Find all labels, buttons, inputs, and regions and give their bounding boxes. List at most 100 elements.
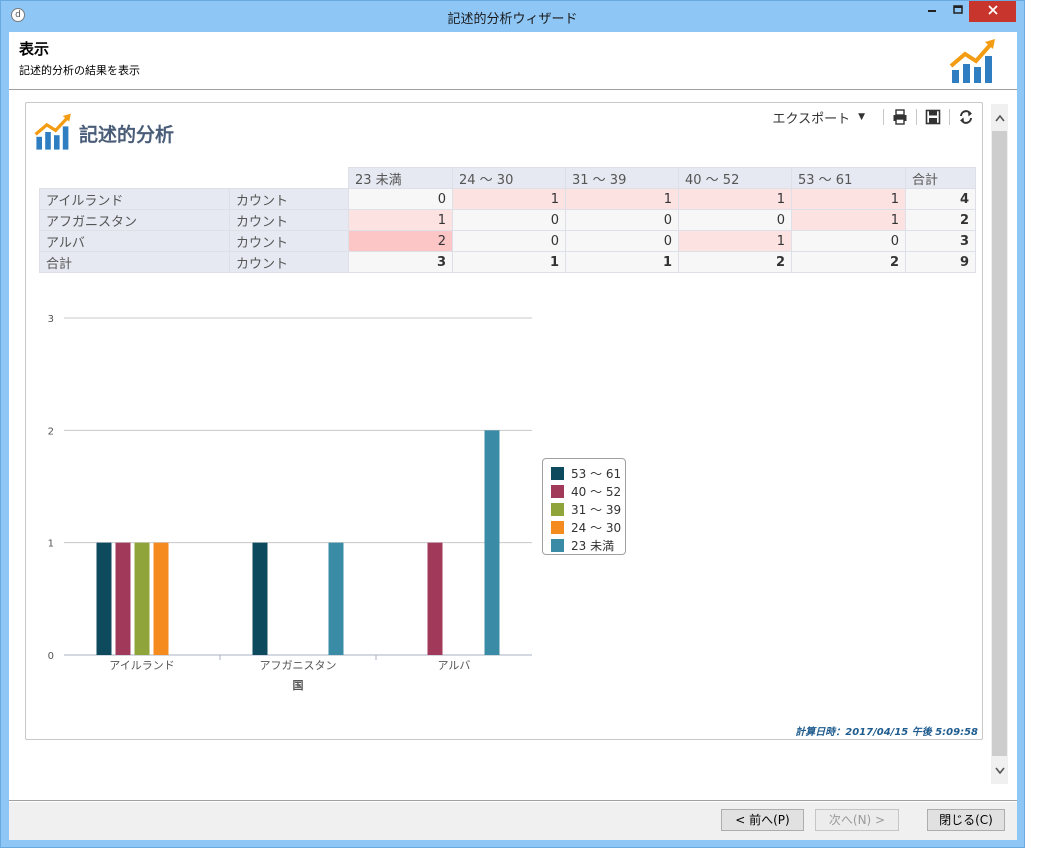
scroll-down-button[interactable] xyxy=(991,760,1008,780)
toolbar-divider xyxy=(916,109,917,125)
table-row: アフガニスタン カウント 1 0 0 0 1 2 xyxy=(39,209,976,231)
column-header: 23 未満 xyxy=(348,167,453,189)
row-country: アルバ xyxy=(39,230,230,252)
y-tick-label: 2 xyxy=(48,426,54,437)
scrollbar-thumb[interactable] xyxy=(992,131,1007,756)
bar xyxy=(427,542,443,655)
table-cell: 1 xyxy=(565,188,679,210)
bar xyxy=(153,542,169,655)
analytics-logo-icon xyxy=(949,39,995,83)
row-total-cell: 4 xyxy=(905,188,976,210)
bar-chart: 0 1 2 3 アイルランド アフガニスタン アルバ国 xyxy=(48,314,532,692)
step-title: 表示 xyxy=(19,40,50,58)
table-cell: 0 xyxy=(452,230,566,252)
table-corner xyxy=(230,168,349,189)
footer-divider xyxy=(9,800,1017,801)
x-axis-label: 国 xyxy=(293,679,304,692)
legend-item: 40 ～ 52 xyxy=(543,482,625,500)
table-cell: 1 xyxy=(565,251,679,273)
bar xyxy=(115,542,131,655)
x-tick-label: アイルランド xyxy=(109,659,174,672)
table-cell: 1 xyxy=(678,188,792,210)
x-tick-label: アルバ xyxy=(438,659,471,672)
caret-down-icon[interactable]: ▼ xyxy=(858,112,865,122)
legend-swatch xyxy=(551,502,564,516)
column-header: 31 ～ 39 xyxy=(565,167,679,189)
legend-item: 24 ～ 30 xyxy=(543,518,625,536)
bar xyxy=(328,542,344,655)
table-cell: 1 xyxy=(678,230,792,252)
chevron-up-icon xyxy=(994,114,1005,122)
toolbar-divider xyxy=(883,109,884,125)
maximize-icon xyxy=(953,5,963,14)
minimize-icon xyxy=(928,10,936,12)
column-header: 40 ～ 52 xyxy=(678,167,792,189)
grand-total-cell: 9 xyxy=(905,251,976,273)
table-cell: 1 xyxy=(452,188,566,210)
window-title: 記述的分析ウィザード xyxy=(447,12,578,27)
table-cell: 0 xyxy=(565,230,679,252)
legend-label: 31 ～ 39 xyxy=(571,502,622,517)
bar xyxy=(484,430,500,655)
title-bar[interactable]: d 記述的分析ウィザード xyxy=(1,1,1024,32)
table-row: アイルランド カウント 0 1 1 1 1 4 xyxy=(39,188,976,210)
table-cell: 2 xyxy=(678,251,792,273)
bar xyxy=(252,542,268,655)
column-header: 53 ～ 61 xyxy=(791,167,906,189)
row-measure: カウント xyxy=(229,188,349,210)
table-cell: 0 xyxy=(678,209,792,231)
legend-label: 53 ～ 61 xyxy=(571,466,622,481)
maximize-button[interactable] xyxy=(945,1,971,22)
table-cell: 3 xyxy=(348,251,453,273)
table-cell: 0 xyxy=(348,188,453,210)
y-tick-label: 1 xyxy=(48,539,54,550)
legend-label: 40 ～ 52 xyxy=(571,484,622,499)
table-cell: 0 xyxy=(565,209,679,231)
row-country: アフガニスタン xyxy=(39,209,230,231)
table-cell: 1 xyxy=(348,209,453,231)
row-country: アイルランド xyxy=(39,188,230,210)
analysis-panel: 記述的分析 エクスポート ▼ 23 未満 24 ～ 30 31 ～ 39 40 … xyxy=(25,102,983,740)
legend-swatch xyxy=(551,466,564,480)
row-total-cell: 3 xyxy=(905,230,976,252)
close-button[interactable]: 閉じる(C) xyxy=(927,809,1005,831)
y-tick-label: 3 xyxy=(48,314,54,325)
row-measure: カウント xyxy=(229,209,349,231)
legend-label: 23 未満 xyxy=(571,538,615,553)
legend-swatch xyxy=(551,484,564,498)
dialog-client: 表示 記述的分析の結果を表示 記述的分析 エクスポート ▼ 23 未満 24 ～… xyxy=(9,32,1017,840)
table-cell: 2 xyxy=(348,230,453,252)
results-table: 23 未満 24 ～ 30 31 ～ 39 40 ～ 52 53 ～ 61 合計… xyxy=(39,167,976,273)
legend-swatch xyxy=(551,520,564,534)
column-header: 合計 xyxy=(905,167,976,189)
y-tick-label: 0 xyxy=(48,651,54,662)
window-frame: d 記述的分析ウィザード 表示 記述的分析の結果を表示 記述的分析 エクスポート… xyxy=(0,0,1025,848)
legend-label: 24 ～ 30 xyxy=(571,520,622,535)
step-subtitle: 記述的分析の結果を表示 xyxy=(19,64,140,77)
chevron-down-icon xyxy=(994,767,1005,775)
toolbar-divider xyxy=(949,109,950,125)
table-cell: 1 xyxy=(791,188,906,210)
prev-button[interactable]: < 前へ(P) xyxy=(721,809,804,831)
minimize-button[interactable] xyxy=(919,1,945,22)
close-window-button[interactable] xyxy=(969,1,1016,22)
analytics-logo-icon xyxy=(34,113,71,150)
table-cell: 1 xyxy=(791,209,906,231)
panel-title: 記述的分析 xyxy=(79,124,175,146)
x-tick-label: アフガニスタン xyxy=(260,659,337,672)
calculation-timestamp: 計算日時：2017/04/15 午後 5:09:58 xyxy=(795,727,978,738)
row-total-cell: 2 xyxy=(905,209,976,231)
vertical-scrollbar[interactable] xyxy=(991,104,1008,784)
refresh-icon[interactable] xyxy=(958,109,974,125)
next-button[interactable]: 次へ(N) > xyxy=(815,809,899,831)
close-icon xyxy=(987,5,998,15)
row-measure: カウント xyxy=(229,230,349,252)
print-icon[interactable] xyxy=(892,109,908,125)
save-icon[interactable] xyxy=(925,109,941,125)
panel-toolbar: エクスポート ▼ xyxy=(772,107,974,127)
table-cell: 2 xyxy=(791,251,906,273)
row-country: 合計 xyxy=(39,251,230,273)
export-menu-button[interactable]: エクスポート xyxy=(772,108,850,127)
scroll-up-button[interactable] xyxy=(991,108,1008,128)
bar xyxy=(134,542,150,655)
